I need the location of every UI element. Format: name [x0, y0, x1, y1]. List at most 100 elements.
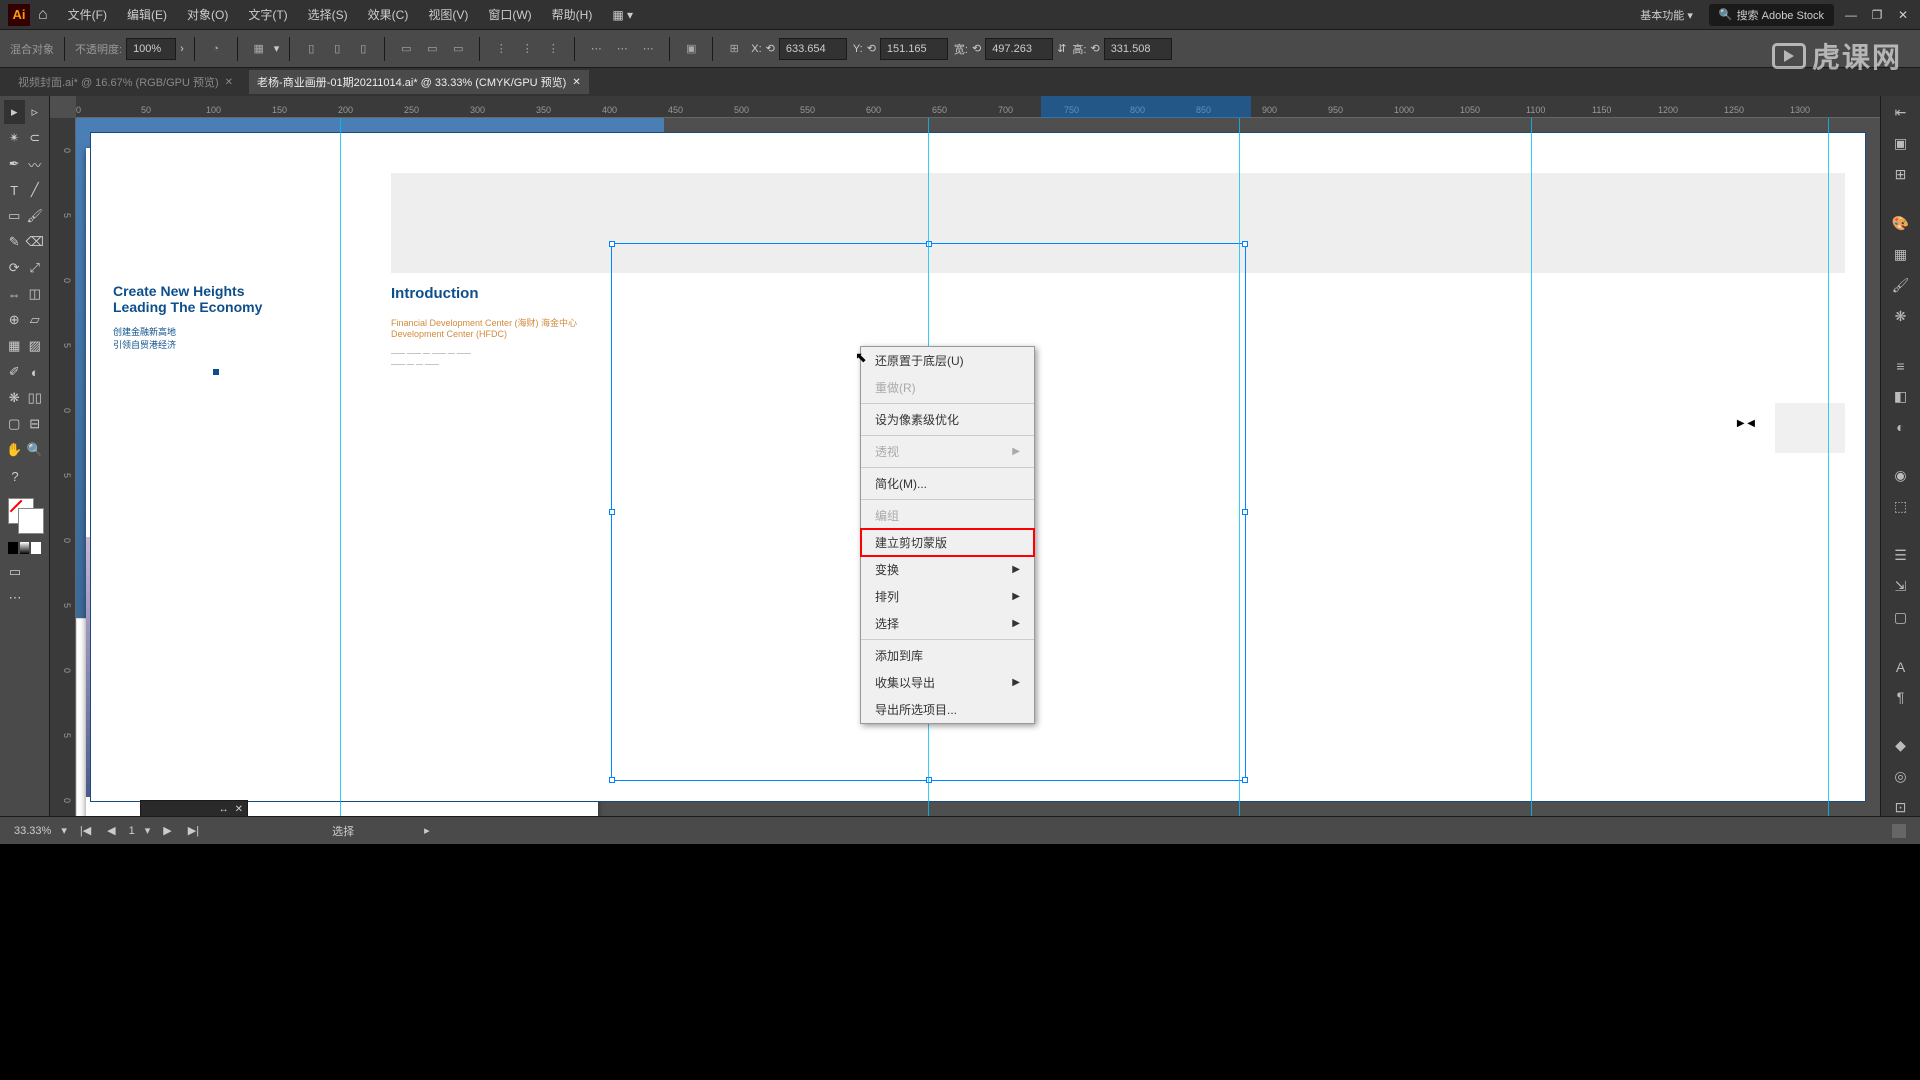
pen-tool-icon[interactable]: ✒ [4, 152, 25, 176]
distribute-h2-icon[interactable]: ⋯ [611, 38, 633, 60]
graph-tool-icon[interactable]: ▯▯ [25, 386, 46, 410]
search-stock-field[interactable]: 🔍搜索 Adobe Stock [1709, 4, 1834, 26]
ctx-add-to-library[interactable]: 添加到库 [861, 642, 1034, 669]
eyedropper-tool-icon[interactable]: ✐ [4, 360, 25, 384]
artboard-dropdown-icon[interactable]: ▾ [145, 824, 151, 837]
comments-panel-icon[interactable]: ◆ [1890, 737, 1912, 754]
menu-extra-icon[interactable]: ▦ ▾ [604, 4, 641, 26]
gradient-panel-icon[interactable]: ◧ [1890, 388, 1912, 405]
menu-effect[interactable]: 效果(C) [360, 2, 417, 27]
panel-collapse-icon[interactable]: ↔ [219, 804, 229, 815]
align-hcenter-icon[interactable]: ▯ [326, 38, 348, 60]
symbol-tool-icon[interactable]: ❋ [4, 386, 25, 410]
first-artboard-icon[interactable]: |◀ [77, 824, 94, 837]
ctx-simplify[interactable]: 简化(M)... [861, 470, 1034, 497]
ctx-make-clipping-mask[interactable]: 建立剪切蒙版 [861, 529, 1034, 556]
magic-wand-tool-icon[interactable]: ✴ [4, 126, 25, 150]
slice-tool-icon[interactable]: ⊟ [25, 412, 46, 436]
none-mode-icon[interactable] [31, 542, 41, 554]
distribute-h3-icon[interactable]: ⋯ [637, 38, 659, 60]
swatches-panel-icon[interactable]: ▦ [1890, 246, 1912, 263]
shaper-tool-icon[interactable]: ✎ [4, 230, 25, 254]
artboard-spread-selected[interactable]: Create New Heights Leading The Economy 创… [76, 118, 664, 618]
appearance-panel-icon[interactable]: ◉ [1890, 467, 1912, 484]
lock-ratio-icon[interactable]: ⇵ [1057, 42, 1066, 55]
distribute-v2-icon[interactable]: ⋮ [516, 38, 538, 60]
layers-panel-icon[interactable]: ☰ [1890, 547, 1912, 564]
rectangle-tool-icon[interactable]: ▭ [4, 204, 25, 228]
panel-close-icon[interactable]: ✕ [235, 804, 243, 815]
link-w-icon[interactable]: ⟲ [972, 42, 981, 55]
paragraph-panel-icon[interactable]: ¶ [1890, 689, 1912, 705]
align-dropdown-icon[interactable]: ▾ [274, 42, 280, 55]
color-mode-icon[interactable] [8, 542, 18, 554]
screen-mode-icon[interactable]: ▭ [4, 560, 26, 584]
shape-builder-tool-icon[interactable]: ⊕ [4, 308, 25, 332]
transform-icon[interactable]: ⊞ [723, 38, 745, 60]
distribute-v1-icon[interactable]: ⋮ [490, 38, 512, 60]
lasso-tool-icon[interactable]: ⊂ [25, 126, 46, 150]
w-field[interactable]: 497.263 [985, 38, 1053, 60]
guide-vertical[interactable] [340, 118, 341, 816]
home-icon[interactable]: ⌂ [38, 6, 48, 24]
link-h-icon[interactable]: ⟲ [1090, 42, 1099, 55]
menu-file[interactable]: 文件(F) [60, 2, 115, 27]
expand-panel-icon[interactable]: ⇤ [1890, 104, 1912, 121]
zoom-tool-icon[interactable]: 🔍 [25, 438, 46, 462]
gradient-tool-icon[interactable]: ▨ [25, 334, 46, 358]
hand-tool-icon[interactable]: ✋ [4, 438, 25, 462]
menu-type[interactable]: 文字(T) [240, 2, 295, 27]
toolbar-edit-icon[interactable]: ? [4, 464, 26, 488]
last-artboard-icon[interactable]: ▶| [185, 824, 202, 837]
h-field[interactable]: 331.508 [1104, 38, 1172, 60]
align-top-icon[interactable]: ▭ [395, 38, 417, 60]
status-arrow-icon[interactable]: ▸ [424, 824, 430, 837]
eraser-tool-icon[interactable]: ⌫ [25, 230, 46, 254]
x-field[interactable]: 633.654 [779, 38, 847, 60]
scale-tool-icon[interactable]: ⤢ [25, 256, 46, 280]
edit-toolbar-icon[interactable]: ⋯ [4, 586, 26, 610]
guide-vertical[interactable] [1239, 118, 1240, 816]
y-field[interactable]: 151.165 [880, 38, 948, 60]
libraries-panel-icon[interactable]: ⊞ [1890, 166, 1912, 183]
ctx-export-selection[interactable]: 导出所选项目... [861, 696, 1034, 723]
guide-vertical[interactable] [1531, 118, 1532, 816]
properties-panel-icon[interactable]: ▣ [1890, 135, 1912, 152]
ctx-collect-export[interactable]: 收集以导出▶ [861, 669, 1034, 696]
fill-stroke-swatch[interactable] [4, 498, 45, 538]
menu-select[interactable]: 选择(S) [300, 2, 356, 27]
brush-tool-icon[interactable]: 🖌 [25, 204, 46, 228]
ctx-undo[interactable]: 还原置于底层(U) [861, 347, 1034, 374]
blend-tool-icon[interactable]: ◐ [25, 360, 46, 384]
perspective-tool-icon[interactable]: ▱ [25, 308, 46, 332]
menu-help[interactable]: 帮助(H) [544, 2, 601, 27]
menu-object[interactable]: 对象(O) [179, 2, 236, 27]
canvas-area[interactable]: 0501001502002503003504004505005506006507… [50, 96, 1880, 816]
align-right-icon[interactable]: ▯ [352, 38, 374, 60]
menu-edit[interactable]: 编辑(E) [119, 2, 175, 27]
extra-panel-icon[interactable]: ⊡ [1890, 799, 1912, 816]
link-y-icon[interactable]: ⟲ [867, 42, 876, 55]
link-xy-icon[interactable]: ⟲ [766, 42, 775, 55]
mesh-tool-icon[interactable]: ▦ [4, 334, 25, 358]
line-tool-icon[interactable]: ╱ [25, 178, 46, 202]
document-tab[interactable]: 视频封面.ai* @ 16.67% (RGB/GPU 预览)✕ [10, 70, 241, 94]
rotate-tool-icon[interactable]: ⟳ [4, 256, 25, 280]
ctx-transform[interactable]: 变换▶ [861, 556, 1034, 583]
stroke-panel-icon[interactable]: ≡ [1890, 358, 1912, 374]
tab-close-icon[interactable]: ✕ [225, 77, 233, 88]
guide-vertical[interactable] [1828, 118, 1829, 816]
window-close-icon[interactable]: ✕ [1894, 9, 1912, 21]
free-transform-tool-icon[interactable]: ◫ [25, 282, 46, 306]
artboard-tool-icon[interactable]: ▢ [4, 412, 25, 436]
menu-window[interactable]: 窗口(W) [480, 2, 539, 27]
align-bottom-icon[interactable]: ▭ [447, 38, 469, 60]
ctx-select[interactable]: 选择▶ [861, 610, 1034, 637]
opacity-arrow-icon[interactable]: › [180, 43, 184, 55]
type-tool-icon[interactable]: T [4, 178, 25, 202]
curvature-tool-icon[interactable]: 〰 [25, 152, 46, 176]
artboards-panel-icon[interactable]: ▢ [1890, 609, 1912, 626]
ctx-pixel-optimize[interactable]: 设为像素级优化 [861, 406, 1034, 433]
symbols-panel-icon[interactable]: ❋ [1890, 308, 1912, 325]
window-restore-icon[interactable]: ❐ [1868, 9, 1886, 21]
